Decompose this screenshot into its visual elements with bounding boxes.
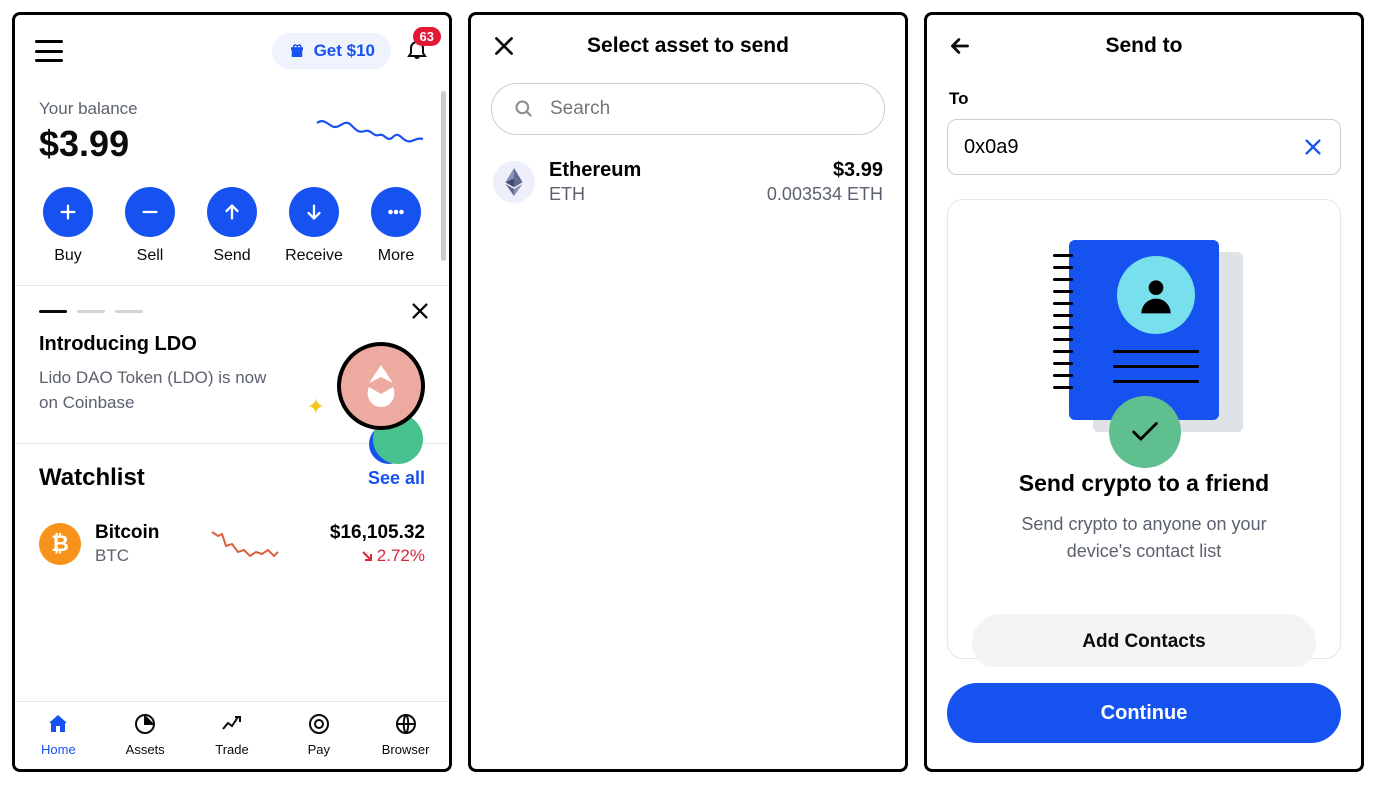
more-icon [385, 201, 407, 223]
to-label: To [949, 89, 1341, 109]
send-label: Send [213, 247, 250, 265]
asset-change: 2.72% [330, 546, 425, 566]
balance-sparkline [315, 113, 425, 153]
card-body: Send crypto to anyone on your device's c… [994, 511, 1294, 565]
pie-icon [133, 712, 157, 736]
search-field[interactable] [491, 83, 885, 135]
more-label: More [378, 247, 414, 265]
screen-select-asset: Select asset to send Ethereum ETH $3.99 … [468, 12, 908, 772]
notification-badge: 63 [413, 27, 441, 46]
see-all-link[interactable]: See all [368, 468, 425, 489]
tab-trade[interactable]: Trade [197, 712, 267, 757]
screen-send-to: Send to To Send crypto to a f [924, 12, 1364, 772]
menu-icon[interactable] [35, 40, 63, 62]
tab-assets[interactable]: Assets [110, 712, 180, 757]
tab-label: Browser [382, 742, 430, 757]
balance-value: $3.99 [39, 123, 138, 165]
page-title: Send to [947, 34, 1341, 58]
tab-label: Home [41, 742, 76, 757]
promo-graphic: ✦ [337, 342, 425, 430]
screen-home: Get $10 63 Your balance $3.99 Buy [12, 12, 452, 772]
search-icon [514, 99, 534, 119]
tab-label: Assets [126, 742, 165, 757]
tab-bar: Home Assets Trade Pay Browser [15, 701, 449, 769]
asset-price: $16,105.32 [330, 522, 425, 544]
plus-icon [57, 201, 79, 223]
person-icon [1134, 273, 1178, 317]
arrow-down-right-icon [361, 550, 373, 562]
send-button[interactable]: Send [197, 187, 267, 265]
clear-icon[interactable] [1302, 136, 1324, 158]
contacts-illustration [1059, 240, 1229, 440]
tab-label: Trade [215, 742, 248, 757]
tab-home[interactable]: Home [23, 712, 93, 757]
tab-browser[interactable]: Browser [371, 712, 441, 757]
ldo-icon [361, 363, 401, 409]
recipient-field[interactable] [947, 119, 1341, 175]
balance-label: Your balance [39, 99, 138, 119]
sell-button[interactable]: Sell [115, 187, 185, 265]
asset-row-ethereum[interactable]: Ethereum ETH $3.99 0.003534 ETH [471, 149, 905, 215]
promo-label: Get $10 [314, 41, 375, 61]
trade-icon [220, 712, 244, 736]
watchlist-item-bitcoin[interactable]: ₿ Bitcoin BTC $16,105.32 2.72% [39, 514, 425, 584]
tab-label: Pay [308, 742, 330, 757]
minus-icon [139, 201, 161, 223]
price-sparkline [210, 526, 280, 562]
tab-pay[interactable]: Pay [284, 712, 354, 757]
pay-icon [307, 712, 331, 736]
close-icon[interactable] [409, 300, 431, 322]
buy-label: Buy [54, 247, 82, 265]
globe-icon [394, 712, 418, 736]
card-title: Send crypto to a friend [972, 470, 1316, 497]
scrollbar[interactable] [441, 91, 446, 261]
asset-amount: 0.003534 ETH [767, 184, 883, 205]
contacts-card: Send crypto to a friend Send crypto to a… [947, 199, 1341, 659]
arrow-down-icon [303, 201, 325, 223]
asset-ticker: BTC [95, 546, 159, 566]
gift-icon [288, 42, 306, 60]
search-input[interactable] [550, 98, 862, 120]
promo-card[interactable]: Introducing LDO Lido DAO Token (LDO) is … [15, 286, 449, 443]
watchlist-title: Watchlist [39, 464, 145, 492]
ethereum-icon [493, 161, 535, 203]
arrow-up-icon [221, 201, 243, 223]
promo-body: Lido DAO Token (LDO) is now on Coinbase [39, 366, 279, 415]
check-icon [1128, 415, 1162, 449]
asset-ticker: ETH [549, 184, 753, 205]
sparkle-icon: ✦ [307, 394, 325, 420]
more-button[interactable]: More [361, 187, 431, 265]
notifications-button[interactable]: 63 [405, 37, 429, 66]
sell-label: Sell [137, 247, 164, 265]
recipient-input[interactable] [964, 136, 1302, 159]
page-title: Select asset to send [491, 34, 885, 58]
asset-name: Bitcoin [95, 522, 159, 544]
bitcoin-icon: ₿ [39, 523, 81, 565]
receive-label: Receive [285, 247, 343, 265]
get-10-promo[interactable]: Get $10 [272, 33, 391, 69]
asset-name: Ethereum [549, 159, 753, 182]
buy-button[interactable]: Buy [33, 187, 103, 265]
promo-pager [39, 310, 425, 313]
continue-button[interactable]: Continue [947, 683, 1341, 743]
add-contacts-button[interactable]: Add Contacts [972, 614, 1316, 667]
home-icon [46, 712, 70, 736]
asset-usd: $3.99 [767, 159, 883, 182]
receive-button[interactable]: Receive [279, 187, 349, 265]
